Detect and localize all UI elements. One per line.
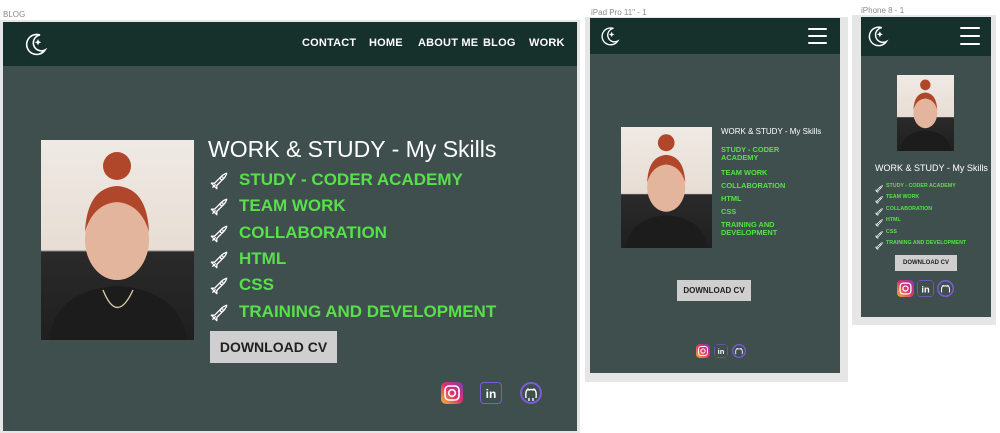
moon-logo-icon[interactable]: [866, 24, 890, 48]
nav-link-work[interactable]: WORK: [529, 37, 565, 49]
frame-label-tablet: iPad Pro 11" - 1: [591, 8, 647, 17]
rocket-icon: [208, 196, 230, 223]
rocket-icon: [208, 223, 230, 250]
skills-title: WORK & STUDY - My Skills: [721, 127, 822, 136]
skills-title: WORK & STUDY - My Skills: [875, 163, 988, 173]
skill-item: TRAINING AND DEVELOPMENT: [239, 301, 497, 321]
download-cv-button[interactable]: DOWNLOAD CV: [895, 255, 957, 271]
skill-item: COLLABORATION: [239, 222, 387, 242]
instagram-icon[interactable]: [441, 382, 463, 404]
skill-item: STUDY - CODER ACADEMY: [239, 170, 463, 189]
skills-title: WORK & STUDY - My Skills: [208, 136, 497, 162]
rocket-icon: [208, 275, 230, 302]
skill-item: TRAINING AND DEVELOPMENT: [886, 240, 967, 246]
linkedin-icon[interactable]: in: [714, 344, 728, 358]
profile-photo: [897, 75, 954, 151]
skill-item: HTML: [886, 217, 901, 224]
moon-logo-icon[interactable]: [599, 25, 621, 47]
skill-item: CSS: [721, 207, 737, 216]
hamburger-menu-icon[interactable]: [960, 27, 980, 45]
nav-link-contact[interactable]: CONTACT: [302, 37, 356, 49]
rocket-icon: [208, 302, 230, 329]
skill-item: CSS: [239, 275, 274, 295]
tablet-frame: WORK & STUDY - My Skills STUDY - CODER A…: [590, 18, 840, 373]
frame-label-mobile: iPhone 8 - 1: [861, 6, 905, 15]
skill-item: CSS: [886, 228, 897, 235]
skill-item: TEAM WORK: [886, 194, 920, 201]
hamburger-menu-icon[interactable]: [808, 28, 827, 44]
skill-item: HTML: [721, 194, 742, 203]
frame-label-desktop: BLOG: [3, 10, 26, 19]
profile-photo-illustration: [625, 134, 708, 248]
skill-item: COLLABORATION: [886, 205, 933, 212]
rocket-icon: [874, 238, 884, 256]
mobile-frame: WORK & STUDY - My Skills STUDY - CODER A…: [861, 17, 991, 317]
skill-item: TRAINING AND DEVELOPMENT: [721, 220, 778, 237]
profile-photo: [41, 140, 194, 340]
tablet-navbar: [590, 18, 840, 54]
moon-logo-icon[interactable]: [23, 31, 49, 57]
github-icon[interactable]: [937, 280, 954, 297]
nav-link-blog[interactable]: BLOG: [483, 37, 516, 49]
download-cv-button[interactable]: DOWNLOAD CV: [677, 280, 751, 301]
skill-item: HTML: [239, 248, 287, 268]
profile-photo: [621, 127, 712, 248]
download-cv-button[interactable]: DOWNLOAD CV: [210, 331, 337, 363]
skill-item: TEAM WORK: [239, 196, 346, 216]
profile-photo-illustration: [49, 152, 187, 340]
github-icon[interactable]: [732, 344, 746, 358]
skill-item: STUDY - CODER ACADEMY: [721, 145, 780, 162]
desktop-frame: CONTACT HOME ABOUT ME BLOG WORK WORK & S…: [3, 22, 577, 431]
instagram-icon[interactable]: [897, 280, 914, 297]
linkedin-icon[interactable]: in: [917, 280, 934, 297]
profile-photo-illustration: [899, 79, 952, 151]
svg-text:in: in: [921, 284, 930, 294]
skill-item: TEAM WORK: [721, 168, 768, 177]
linkedin-icon[interactable]: in: [480, 382, 502, 404]
nav-link-home[interactable]: HOME: [369, 37, 403, 49]
github-icon[interactable]: [520, 382, 542, 404]
rocket-icon: [208, 170, 230, 197]
skill-item: STUDY - CODER ACADEMY: [886, 183, 956, 189]
svg-text:in: in: [486, 387, 497, 401]
mobile-navbar: [861, 17, 991, 56]
nav-link-about-me[interactable]: ABOUT ME: [418, 37, 478, 49]
desktop-navbar: CONTACT HOME ABOUT ME BLOG WORK: [3, 22, 577, 66]
instagram-icon[interactable]: [696, 344, 710, 358]
rocket-icon: [208, 249, 230, 276]
skill-item: COLLABORATION: [721, 181, 786, 190]
svg-text:in: in: [718, 347, 725, 356]
